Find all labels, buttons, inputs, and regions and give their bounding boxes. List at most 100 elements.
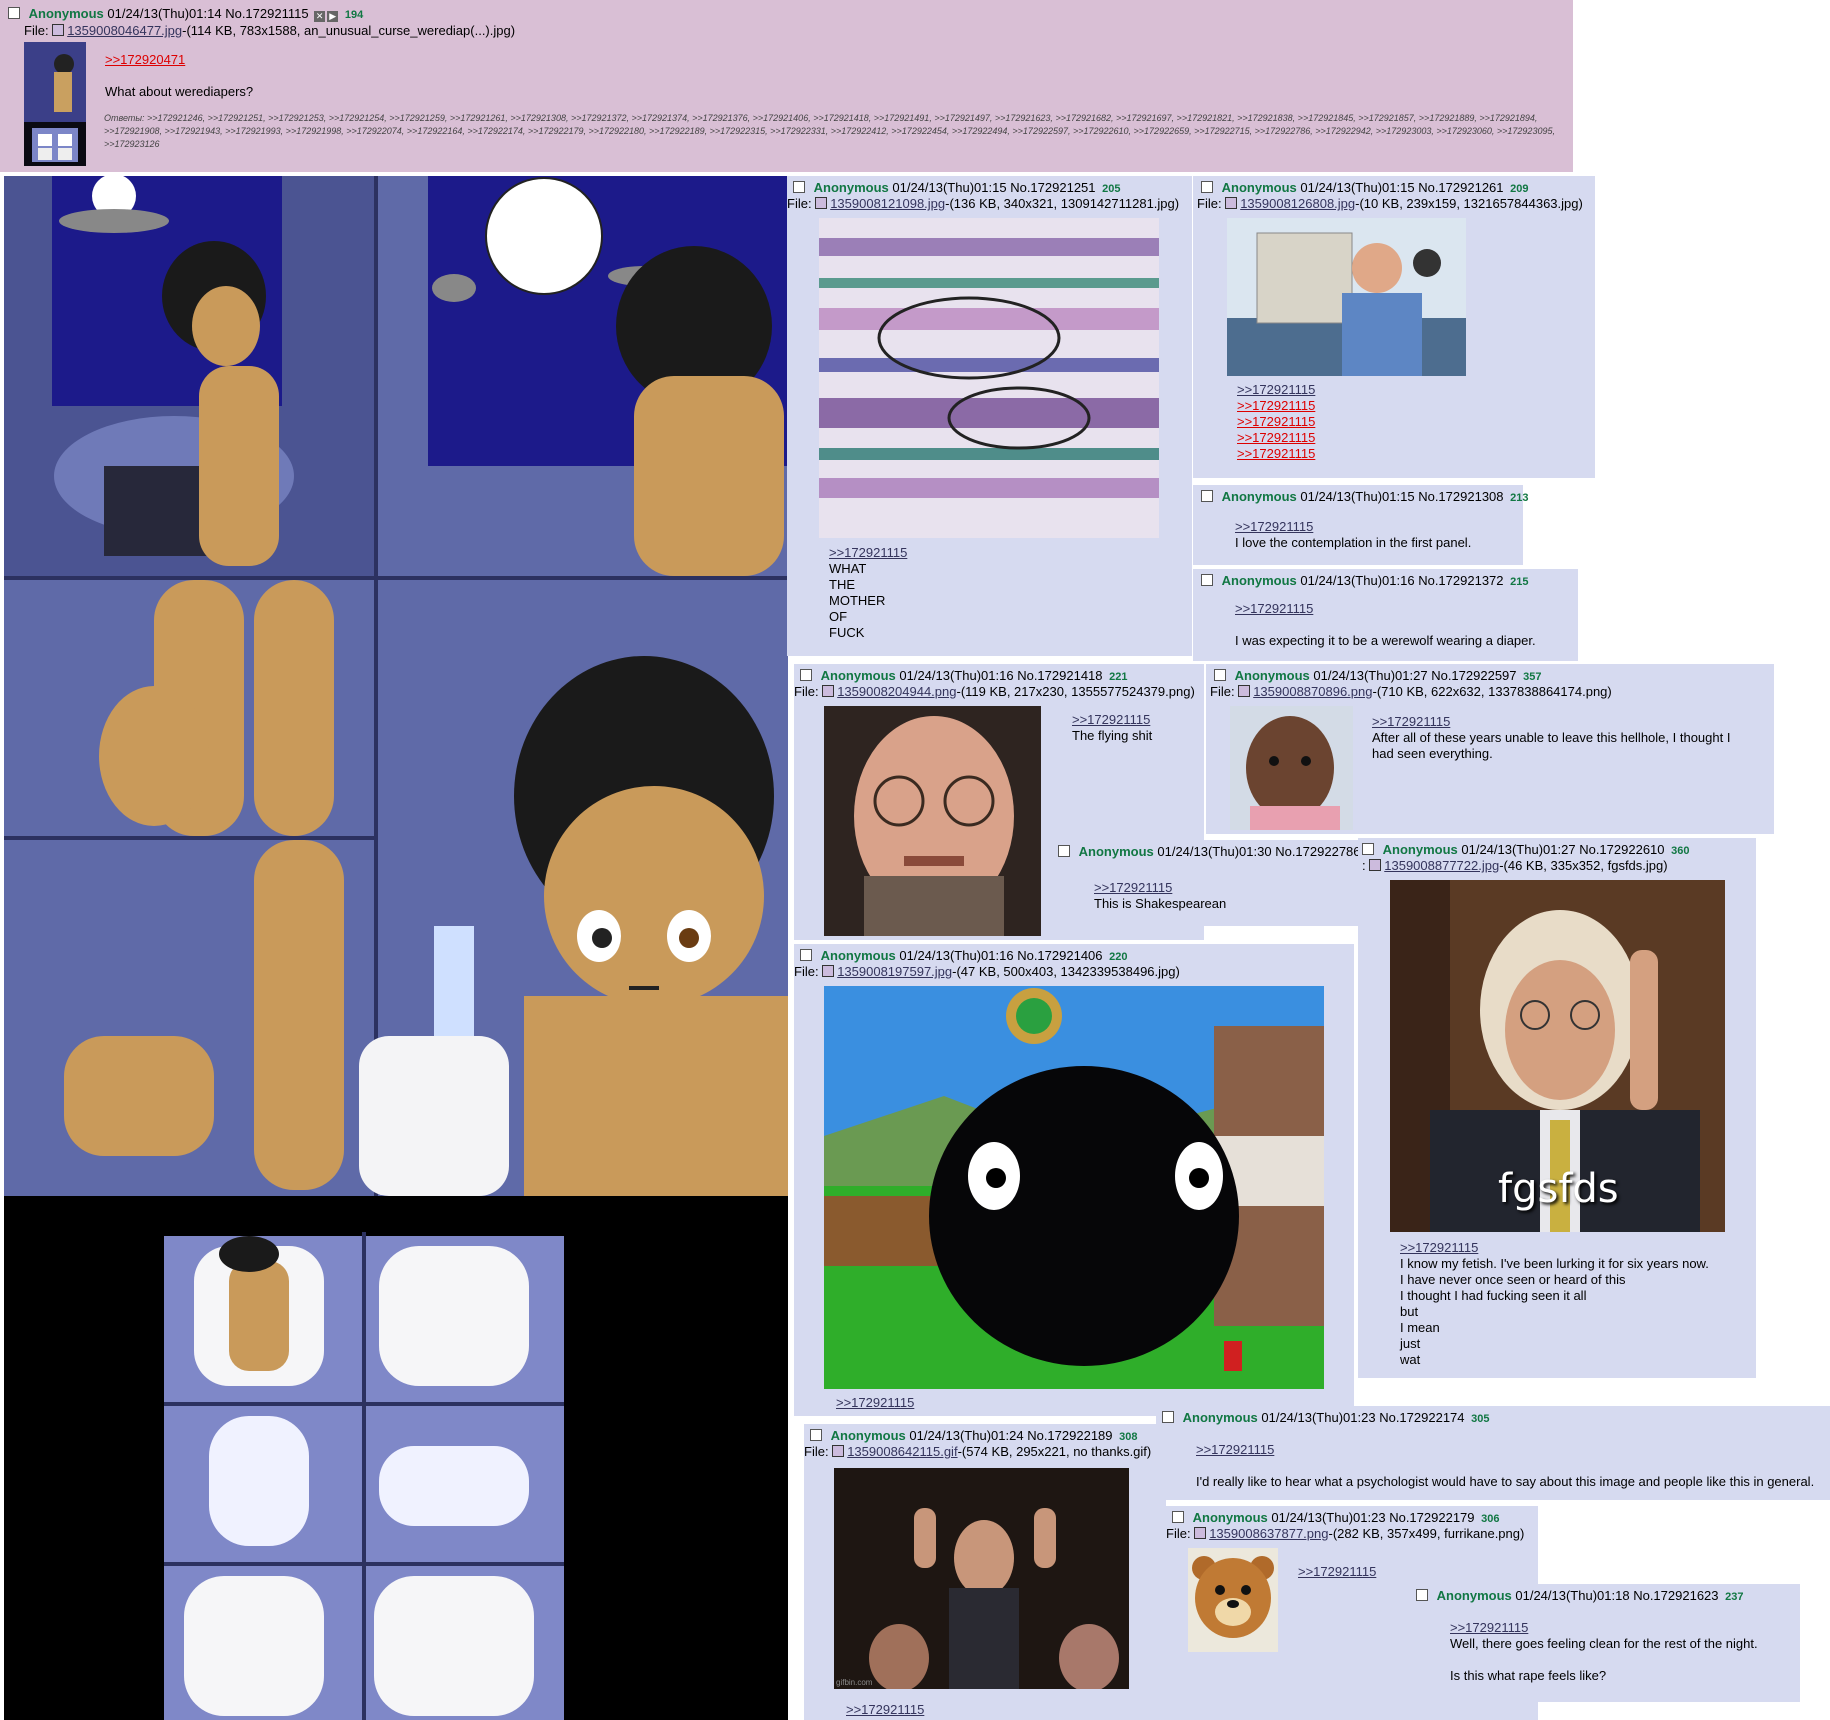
quote-link[interactable]: >>172921115 [1372,714,1450,729]
post-number[interactable]: No.172921308 [1418,489,1503,504]
quote-link[interactable]: >>172921115 [836,1395,914,1410]
post-checkbox[interactable] [1214,669,1226,681]
op-thumbnail[interactable] [24,42,86,166]
post-number[interactable]: No.172922179 [1389,1510,1474,1525]
message-line: FUCK [829,625,865,640]
file-link[interactable]: 1359008046477.jpg [67,23,182,38]
quote-link[interactable]: >>172921115 [1450,1620,1528,1635]
post-number[interactable]: No.172922174 [1379,1410,1464,1425]
post-number[interactable]: No.172922610 [1579,842,1664,857]
file-info: File: 1359008870896.png-(710 KB, 622x632… [1210,684,1612,699]
post-checkbox[interactable] [1172,1511,1184,1523]
post-number[interactable]: No.172921623 [1633,1588,1718,1603]
post-checkbox[interactable] [800,669,812,681]
quote-link[interactable]: >>172921115 [1298,1564,1376,1579]
office-man-image [1227,218,1466,376]
post-checkbox[interactable] [810,1429,822,1441]
post-image[interactable] [1230,706,1353,830]
post-number[interactable]: No.172921115 [225,6,308,21]
post-checkbox[interactable] [1201,574,1213,586]
file-icon [1225,197,1238,209]
poster-name: Anonymous [1192,1510,1268,1525]
quote-link[interactable]: >>172921115 [829,545,907,560]
expand-icon[interactable]: ▶ [327,11,339,22]
file-link[interactable]: 1359008870896.png [1253,684,1372,699]
post-message: I'd really like to hear what a psycholog… [1196,1474,1815,1489]
post-checkbox[interactable] [1058,845,1070,857]
post-checkbox[interactable] [1201,181,1213,193]
post-number[interactable]: No.172922786 [1275,844,1360,859]
post-id: 305 [1471,1413,1490,1425]
op-checkbox[interactable] [8,7,20,19]
file-link[interactable]: 1359008204944.png [837,684,956,699]
post-message: I love the contemplation in the first pa… [1235,535,1472,550]
quote-link[interactable]: >>172921115 [1400,1240,1478,1255]
post-header: Anonymous 01/24/13(Thu)01:27 No.17292261… [1362,842,1690,857]
file-meta: -(119 KB, 217x230, 1355577524379.png) [956,684,1195,699]
post-number[interactable]: No.172921251 [1010,180,1095,195]
file-link[interactable]: 1359008197597.jpg [837,964,952,979]
post-image[interactable]: gifbin.com [834,1468,1129,1689]
quote-link[interactable]: >>172921115 [1237,414,1315,430]
poster-name: Anonymous [1182,1410,1258,1425]
quote-link[interactable]: >>172921115 [1072,712,1150,727]
glitch-image [819,218,1159,538]
post-image[interactable]: fgsfds [1390,880,1725,1232]
file-label: : [1362,858,1366,873]
post-image[interactable] [824,986,1324,1389]
quote-link[interactable]: >>172921115 [1237,382,1315,398]
message-line: I know my fetish. I've been lurking it f… [1400,1256,1709,1271]
post-header: Anonymous 01/24/13(Thu)01:16 No.17292140… [800,948,1128,963]
file-link[interactable]: 1359008637877.png [1209,1526,1328,1541]
file-label: File: [24,23,49,38]
op-replies-list[interactable]: Ответы: >>172921246, >>172921251, >>1729… [104,112,1564,151]
file-info: File: 1359008126808.jpg-(10 KB, 239x159,… [1197,196,1583,211]
file-link[interactable]: 1359008121098.jpg [830,196,945,211]
post-header: Anonymous 01/24/13(Thu)01:16 No.17292137… [1201,573,1529,588]
quote-link[interactable]: >>172921115 [1237,446,1315,462]
file-link[interactable]: 1359008126808.jpg [1240,196,1355,211]
quote-link[interactable]: >>172921115 [1196,1442,1274,1457]
op-quote-link[interactable]: >>172920471 [105,52,185,67]
quote-link[interactable]: >>172921115 [1094,880,1172,895]
image-caption: fgsfds [1498,1166,1619,1212]
post-number[interactable]: No.172921261 [1418,180,1503,195]
file-link[interactable]: 1359008877722.jpg [1384,858,1499,873]
post-image[interactable] [1188,1548,1278,1652]
message-line: wat [1400,1352,1421,1367]
file-meta: -(574 KB, 295x221, no thanks.gif) [957,1444,1152,1459]
post-image[interactable] [819,218,1159,538]
quote-link[interactable]: >>172921115 [1235,519,1313,534]
message-line: but [1400,1304,1419,1319]
quote-link[interactable]: >>172921115 [1237,430,1315,446]
bald-man-image [1230,706,1353,830]
op-thumbnail-image [24,42,86,166]
post-checkbox[interactable] [1162,1411,1174,1423]
post-checkbox[interactable] [1201,490,1213,502]
post-image[interactable] [1227,218,1466,376]
op-full-image[interactable] [4,176,788,1720]
file-icon [1369,859,1382,871]
post-number[interactable]: No.172921418 [1017,668,1102,683]
post-checkbox[interactable] [1362,843,1374,855]
post-checkbox[interactable] [800,949,812,961]
post-number[interactable]: No.172922189 [1027,1428,1112,1443]
post-checkbox[interactable] [1416,1589,1428,1601]
quote-link[interactable]: >>172921115 [846,1702,924,1717]
file-meta: -(46 KB, 335x352, fgsfds.jpg) [1499,858,1668,873]
post-number[interactable]: No.172921406 [1017,948,1102,963]
file-link[interactable]: 1359008642115.gif [847,1444,957,1459]
post-number[interactable]: No.172921372 [1418,573,1503,588]
poster-name: Anonymous [1221,573,1297,588]
file-icon [52,24,65,36]
post-number[interactable]: No.172922597 [1431,668,1516,683]
file-icon [822,685,835,697]
post-image[interactable] [824,706,1041,936]
hide-icon[interactable]: ✕ [314,11,326,22]
post-header: Anonymous 01/24/13(Thu)01:27 No.17292259… [1214,668,1542,683]
quote-link[interactable]: >>172921115 [1237,398,1315,414]
post-date: 01/24/13(Thu)01:30 [1157,844,1272,859]
quote-link[interactable]: >>172921115 [1235,601,1313,616]
op-post: Anonymous 01/24/13(Thu)01:14 No.17292111… [0,0,1573,172]
post-checkbox[interactable] [793,181,805,193]
